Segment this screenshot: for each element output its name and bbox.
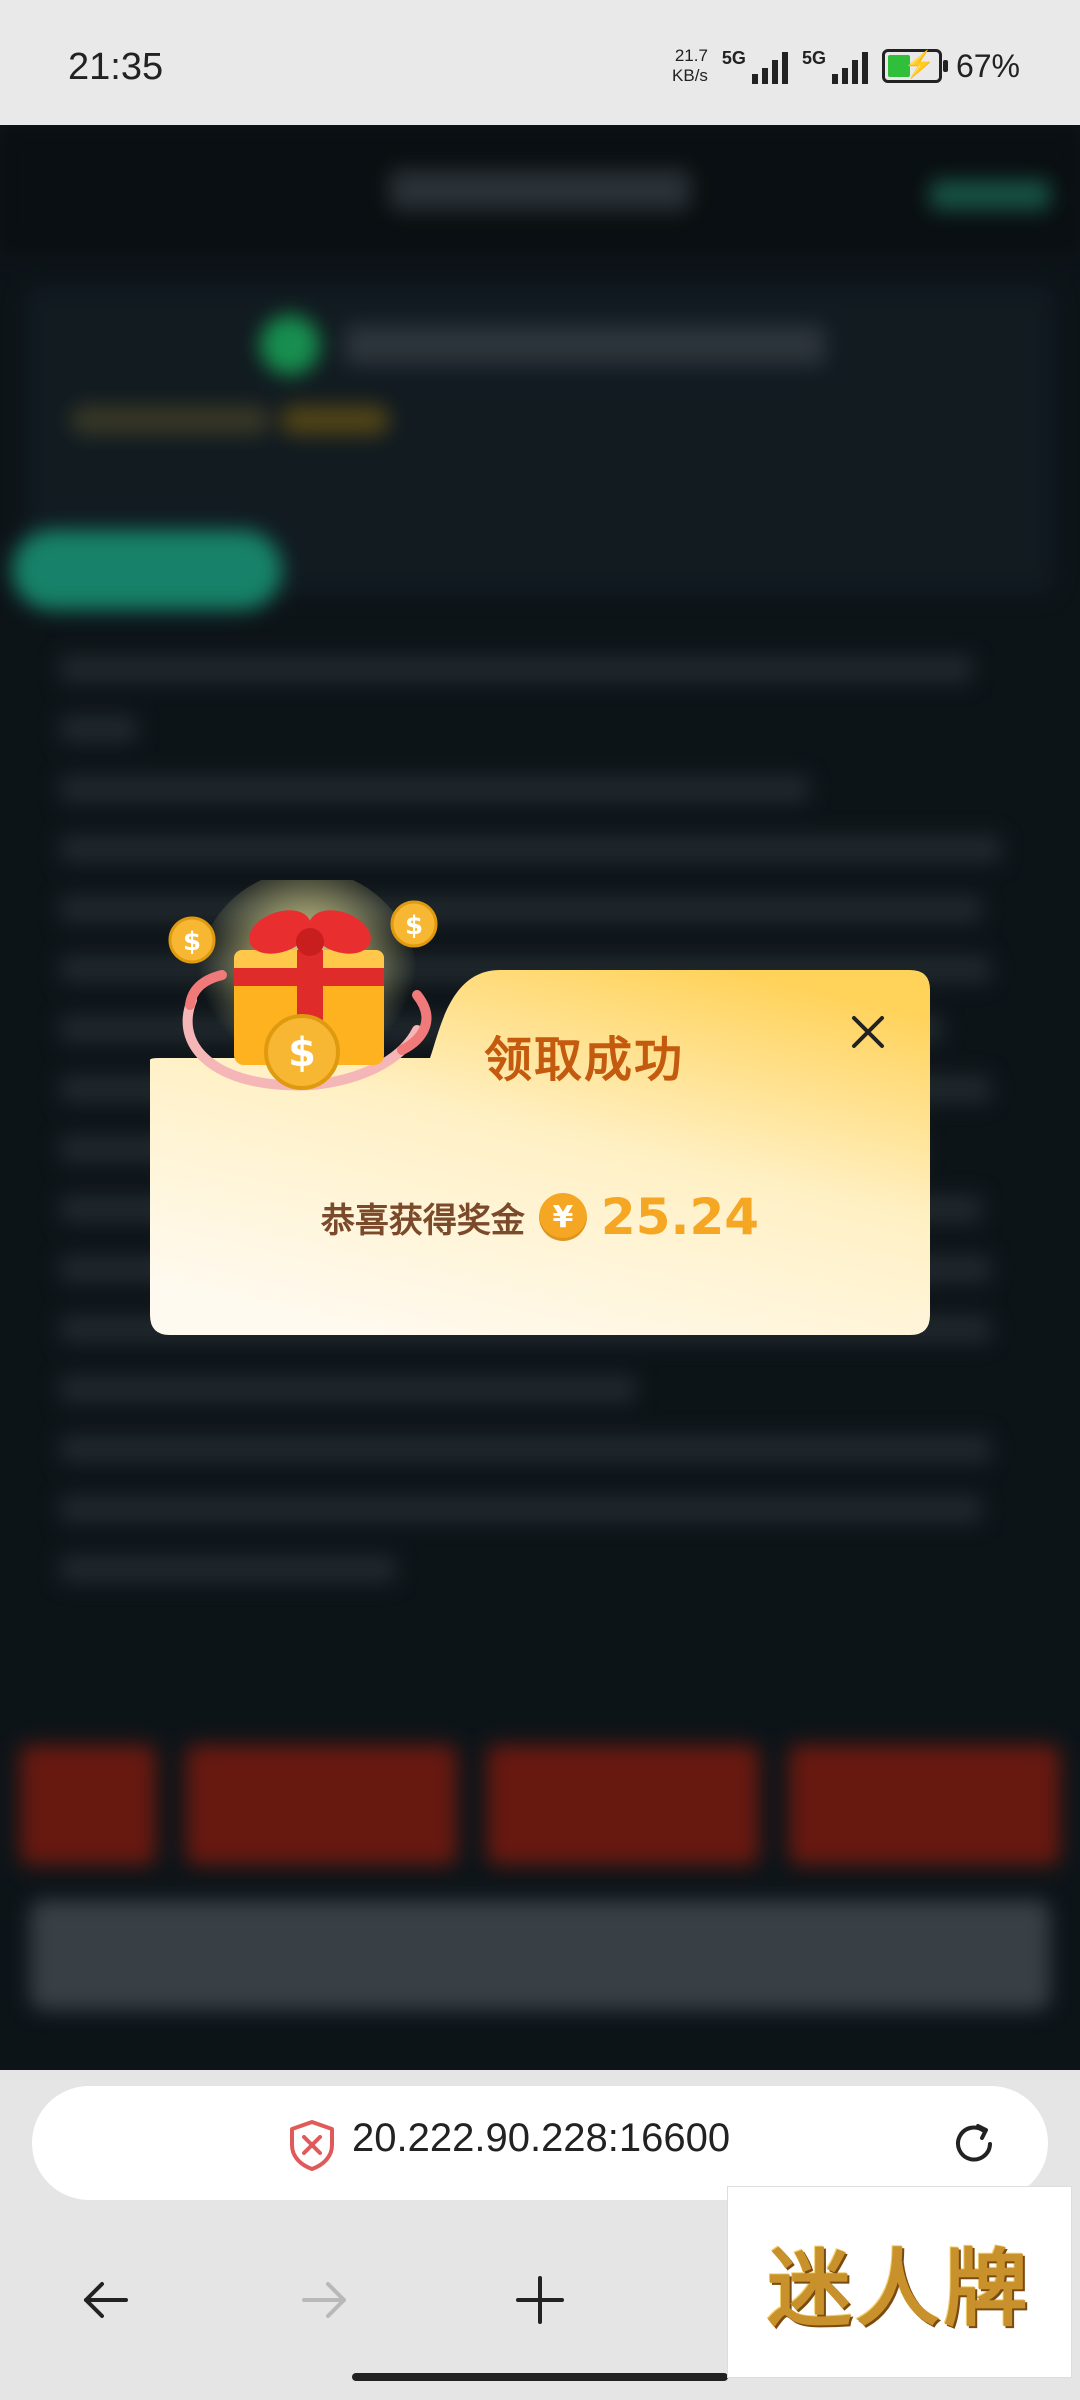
url-text[interactable]: 20.222.90.228:16600 [352,2116,730,2161]
battery-charging-icon: ⚡ [881,49,948,83]
svg-text:$: $ [288,1030,316,1076]
insecure-shield-icon [290,2120,334,2171]
address-bar[interactable]: 20.222.90.228:16600 [32,2086,1048,2200]
svg-text:$: $ [405,911,423,941]
status-icons: 21.7 KB/s 5G 5G ⚡ 67% [672,46,1020,86]
network-speed: 21.7 KB/s [672,46,708,85]
brand-watermark: 迷人牌 [727,2186,1072,2378]
forward-arrow-icon[interactable] [294,2270,354,2330]
back-arrow-icon[interactable] [76,2270,136,2330]
signal-5g-1-icon: 5G [722,48,788,84]
reward-amount: 25.24 [600,1188,760,1246]
reward-label: 恭喜获得奖金 [320,1200,525,1241]
svg-text:$: $ [183,927,201,957]
new-tab-plus-icon[interactable] [510,2270,570,2330]
battery-percent: 67% [955,47,1020,84]
status-time: 21:35 [68,46,164,88]
yuan-coin-icon: ¥ [538,1193,587,1241]
reward-row: 恭喜获得奖金 ¥ 25.24 [150,1188,930,1246]
signal-5g-2-icon: 5G [802,48,868,84]
status-bar: 21:35 21.7 KB/s 5G 5G ⚡ 67% [0,0,1080,125]
close-icon [852,1016,884,1048]
watermark-text: 迷人牌 [767,2238,1032,2338]
close-button[interactable] [838,1002,898,1062]
gift-box-icon: $ $ $ [168,880,438,1091]
reload-icon[interactable] [948,2118,1000,2170]
popup-title: 领取成功 [484,1032,685,1088]
home-indicator[interactable] [352,2373,728,2381]
